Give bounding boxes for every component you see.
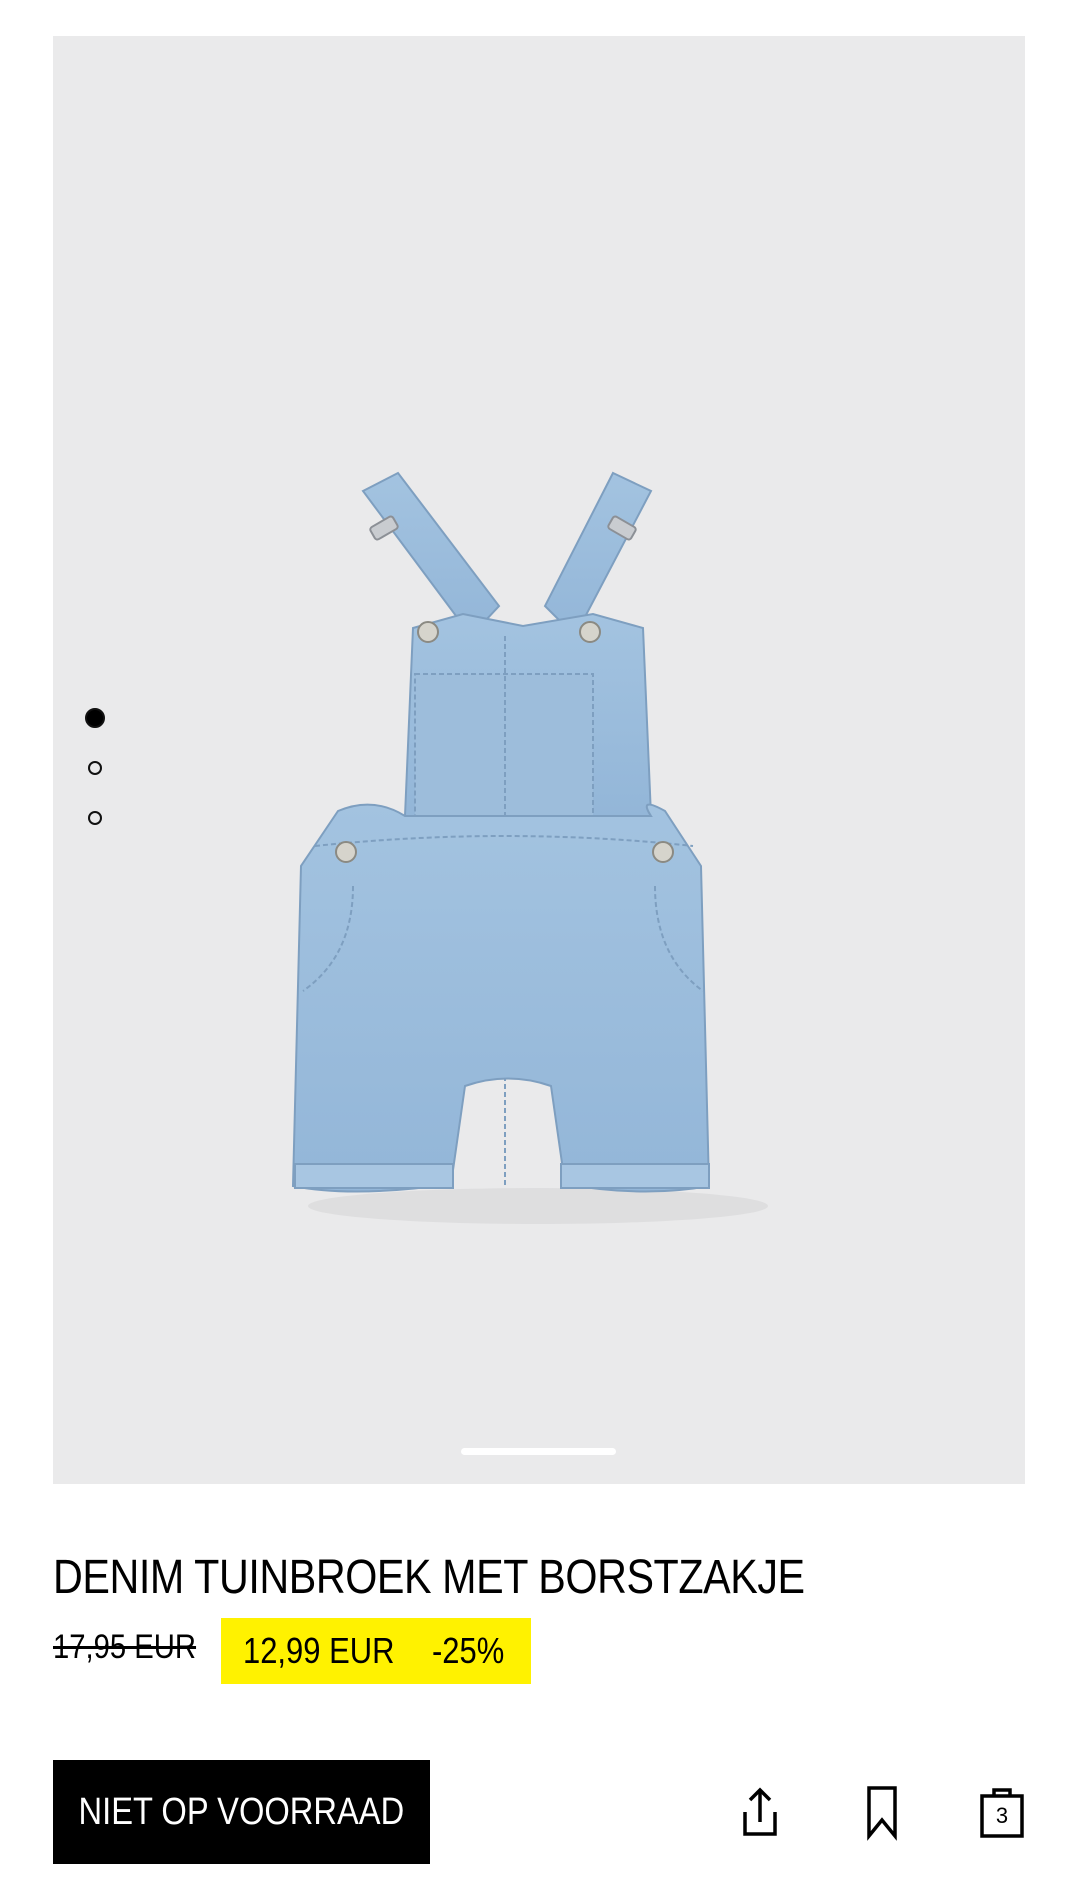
shopping-bag-icon[interactable]: 3 <box>972 1782 1032 1842</box>
discount-percentage: -25% <box>432 1630 505 1671</box>
image-scroll-handle[interactable] <box>461 1448 616 1455</box>
bag-item-count: 3 <box>995 1803 1009 1828</box>
out-of-stock-label: NIET OP VOORRAAD <box>78 1790 405 1833</box>
share-icon[interactable] <box>730 1782 790 1842</box>
sale-price-badge: 12,99 EUR -25% <box>221 1618 531 1684</box>
original-price: 17,95 EUR <box>53 1628 197 1666</box>
denim-overalls-photo <box>291 471 768 1224</box>
gallery-dot-1[interactable] <box>85 708 105 728</box>
out-of-stock-button[interactable]: NIET OP VOORRAAD <box>53 1760 430 1864</box>
product-title: DENIM TUINBROEK MET BORSTZAKJE <box>53 1551 805 1604</box>
bookmark-icon[interactable] <box>852 1782 912 1842</box>
gallery-dot-3[interactable] <box>88 811 102 825</box>
gallery-pagination <box>83 708 107 861</box>
sale-price: 12,99 EUR <box>243 1630 395 1671</box>
gallery-dot-2[interactable] <box>88 761 102 775</box>
product-image[interactable] <box>53 36 1025 1484</box>
